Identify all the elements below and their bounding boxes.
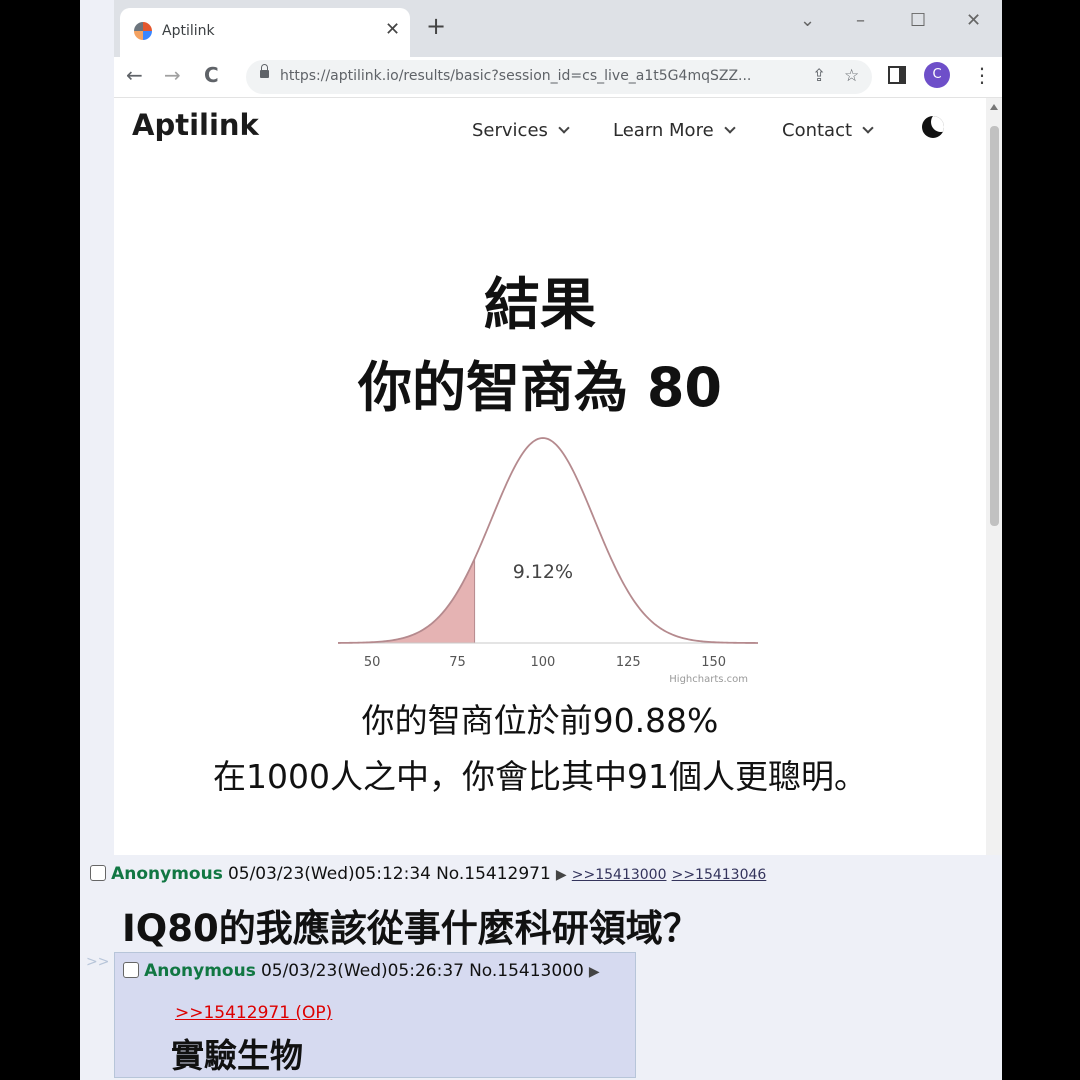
op-post-header: Anonymous 05/03/23(Wed)05:12:34 No.15412… (90, 864, 766, 884)
reload-icon[interactable]: C (204, 63, 219, 87)
reply-backlink[interactable]: >>15413046 (672, 867, 767, 883)
nav-contact-label[interactable]: Contact (782, 120, 852, 141)
browser-toolbar: ← → C https://aptilink.io/results/basic?… (114, 57, 1002, 98)
screenshot-canvas: Aptilink ✕ + ⌄ – ☐ ✕ ← → C https://aptil… (80, 0, 1002, 1080)
reply-post: Anonymous 05/03/23(Wed)05:26:37 No.15413… (114, 952, 636, 1078)
percentile-text: 你的智商位於前90.88% (361, 701, 719, 740)
x-tick-label: 100 (530, 655, 555, 670)
tab-bar: Aptilink ✕ + ⌄ – ☐ ✕ (114, 0, 1002, 57)
x-tick-label: 75 (449, 655, 466, 670)
post-menu-arrow-icon[interactable]: ▶ (589, 964, 600, 980)
forward-icon[interactable]: → (164, 63, 181, 87)
x-tick-label: 125 (616, 655, 641, 670)
lock-icon[interactable] (260, 64, 269, 78)
bookmark-star-icon[interactable]: ☆ (844, 66, 859, 86)
back-icon[interactable]: ← (126, 63, 143, 87)
reply-poster-name: Anonymous (144, 961, 256, 981)
comparison-text: 在1000人之中，你會比其中91個人更聰明。 (213, 757, 867, 796)
reply-marker: >> (86, 954, 110, 970)
chevron-down-icon (723, 122, 736, 134)
reply-quote: >>15412971 (OP) (175, 1003, 332, 1023)
reply-checkbox[interactable] (123, 962, 139, 978)
x-tick-label: 150 (701, 655, 726, 670)
reply-post-header: Anonymous 05/03/23(Wed)05:26:37 No.15413… (123, 961, 600, 981)
op-poster-name: Anonymous (111, 864, 223, 884)
op-checkbox[interactable] (90, 865, 106, 881)
chart-credit: Highcharts.com (669, 674, 748, 685)
nav-services[interactable]: Services (472, 120, 570, 141)
browser-tab[interactable]: Aptilink ✕ (120, 8, 410, 57)
chevron-down-icon (862, 122, 874, 134)
share-icon[interactable]: ⇪ (812, 66, 826, 86)
op-datetime: 05/03/23(Wed)05:12:34 (227, 864, 431, 884)
nav-learn-more[interactable]: Learn More (613, 120, 736, 141)
favicon-icon (134, 22, 152, 40)
distribution-curve (338, 437, 758, 644)
nav-contact[interactable]: Contact (782, 120, 874, 141)
new-tab-button[interactable]: + (426, 14, 446, 38)
x-tick-label: 50 (364, 655, 381, 670)
nav-services-label[interactable]: Services (472, 120, 548, 141)
dark-mode-moon-icon[interactable] (922, 116, 944, 138)
address-bar[interactable]: https://aptilink.io/results/basic?sessio… (246, 60, 872, 94)
close-window-button[interactable]: ✕ (966, 10, 981, 31)
menu-kebab-icon[interactable]: ⋮ (972, 63, 992, 87)
op-quote-link[interactable]: >>15412971 (OP) (175, 1003, 332, 1023)
scroll-thumb[interactable] (990, 126, 999, 526)
iq-distribution-chart: 50 75 100 125 150 9.12% Highcharts.com (338, 437, 758, 685)
chevron-down-icon (558, 122, 570, 134)
reply-post-number[interactable]: No.15413000 (469, 961, 584, 981)
op-post-text: IQ80的我應該從事什麼科研領域？ (122, 907, 700, 950)
reply-backlink[interactable]: >>15413000 (572, 867, 667, 883)
tab-search-icon[interactable]: ⌄ (800, 10, 815, 31)
site-logo[interactable]: Aptilink (132, 108, 259, 142)
reply-post-text: 實驗生物 (171, 1036, 303, 1075)
profile-avatar[interactable]: C (924, 62, 950, 88)
post-menu-arrow-icon[interactable]: ▶ (556, 867, 567, 883)
result-heading: 結果 (484, 273, 596, 338)
shaded-percentage-label: 9.12% (513, 561, 573, 583)
browser-window: Aptilink ✕ + ⌄ – ☐ ✕ ← → C https://aptil… (114, 0, 1002, 855)
nav-learn-more-label[interactable]: Learn More (613, 120, 714, 141)
shaded-area (338, 558, 475, 643)
minimize-button[interactable]: – (856, 10, 865, 31)
iq-score-heading: 你的智商為 80 (358, 356, 722, 419)
reply-datetime: 05/03/23(Wed)05:26:37 (260, 961, 464, 981)
tab-title: Aptilink (162, 23, 215, 39)
site-header: Aptilink Services Learn More Contact (114, 98, 986, 160)
maximize-button[interactable]: ☐ (910, 10, 926, 31)
op-post-number[interactable]: No.15412971 (436, 864, 551, 884)
url-text[interactable]: https://aptilink.io/results/basic?sessio… (280, 68, 751, 84)
side-panel-icon[interactable] (888, 66, 906, 84)
close-tab-icon[interactable]: ✕ (385, 19, 400, 40)
scroll-up-arrow-icon[interactable] (990, 104, 998, 110)
page-scrollbar[interactable] (986, 98, 1002, 855)
